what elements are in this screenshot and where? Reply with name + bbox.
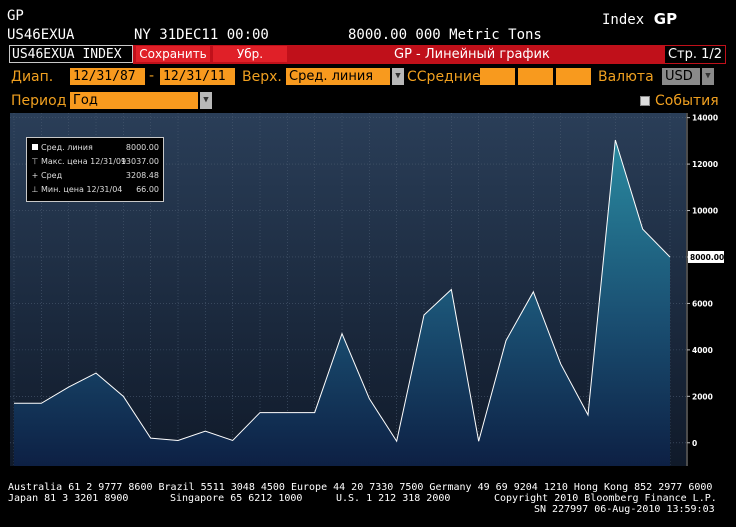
- moving-average-field-1[interactable]: [480, 68, 515, 85]
- function-title: GP - Линейный график: [394, 47, 550, 62]
- upper-select[interactable]: Сред. линия: [286, 68, 390, 85]
- period-label: Период: [11, 93, 67, 109]
- index-gp-label: GP: [653, 10, 678, 28]
- max-marker-icon: ⊤: [31, 157, 39, 166]
- range-label: Диап.: [11, 69, 54, 85]
- last-value-text: 8000.00 000 Metric Tons: [348, 27, 542, 43]
- legend-row-min: ⊥ Мин. цена 12/31/04 66.00: [31, 184, 159, 195]
- legend-row-max: ⊤ Макс. цена 12/31/09 13037.00: [31, 156, 159, 167]
- period-dropdown-icon[interactable]: ▼: [200, 92, 212, 109]
- legend-name: Сред. линия: [41, 143, 93, 152]
- legend-value: 66.00: [136, 185, 159, 194]
- y-axis: 140001200010000800060004000200008000.00: [686, 113, 724, 466]
- range-dash: -: [149, 68, 155, 84]
- legend-row-average-line: Сред. линия 8000.00: [31, 142, 159, 153]
- save-button[interactable]: Сохранить: [136, 46, 210, 62]
- end-date-field[interactable]: 12/31/11: [160, 68, 235, 85]
- legend-row-average: + Сред 3208.48: [31, 170, 159, 181]
- currency-dropdown-icon[interactable]: ▼: [702, 68, 714, 85]
- legend-value: 3208.48: [125, 171, 159, 180]
- min-marker-icon: ⊥: [31, 185, 39, 194]
- moving-average-field-3[interactable]: [556, 68, 591, 85]
- period-select[interactable]: Год: [70, 92, 198, 109]
- start-date-field[interactable]: 12/31/87: [70, 68, 145, 85]
- y-tick-label: 6000: [692, 299, 713, 308]
- footer-singapore: Singapore 65 6212 1000: [170, 493, 303, 504]
- currency-select[interactable]: USD: [662, 68, 700, 85]
- legend-value: 13037.00: [120, 157, 159, 166]
- footer-session: SN 227997 06-Aug-2010 13:59:03: [534, 504, 715, 515]
- footer-japan: Japan 81 3 3201 8900: [8, 493, 129, 504]
- upper-dropdown-icon[interactable]: ▼: [392, 68, 404, 85]
- upper-label: Верх.: [242, 69, 282, 85]
- y-tick-label: 14000: [692, 114, 718, 123]
- function-code: GP: [7, 8, 24, 24]
- delete-button[interactable]: Убр.: [213, 46, 287, 62]
- legend-name: Сред: [41, 171, 63, 180]
- chart-legend: Сред. линия 8000.00 ⊤ Макс. цена 12/31/0…: [26, 137, 164, 202]
- white-square-icon: [31, 142, 39, 153]
- moving-average-field-2[interactable]: [518, 68, 553, 85]
- ticker-name: US46EXUA: [7, 27, 75, 43]
- y-tick-label: 0: [692, 439, 697, 448]
- y-tick-label: 12000: [692, 160, 718, 169]
- legend-name: Мин. цена 12/31/04: [41, 185, 123, 194]
- legend-name: Макс. цена 12/31/09: [41, 157, 127, 166]
- footer-us: U.S. 1 212 318 2000: [336, 493, 451, 504]
- y-tick-label: 2000: [692, 392, 713, 401]
- y-tick-label: 4000: [692, 346, 713, 355]
- events-checkbox[interactable]: [640, 96, 650, 106]
- legend-value: 8000.00: [125, 143, 159, 152]
- last-value-label: 8000.00: [690, 253, 724, 262]
- y-tick-label: 10000: [692, 207, 718, 216]
- index-header: Index GP: [602, 9, 677, 28]
- footer-contacts-line1: Australia 61 2 9777 8600 Brazil 5511 304…: [8, 482, 713, 493]
- footer-copyright: Copyright 2010 Bloomberg Finance L.P.: [494, 493, 717, 504]
- moving-average-label: ССредние: [407, 69, 481, 85]
- ticker-index-field[interactable]: US46EXUA INDEX: [9, 45, 133, 63]
- average-marker-icon: +: [31, 171, 39, 180]
- page-indicator[interactable]: Стр. 1/2: [664, 45, 726, 64]
- events-label: События: [655, 93, 719, 109]
- quote-time: NY 31DEC11 00:00: [134, 27, 269, 43]
- currency-label: Валюта: [598, 69, 654, 85]
- index-label: Index: [602, 12, 645, 28]
